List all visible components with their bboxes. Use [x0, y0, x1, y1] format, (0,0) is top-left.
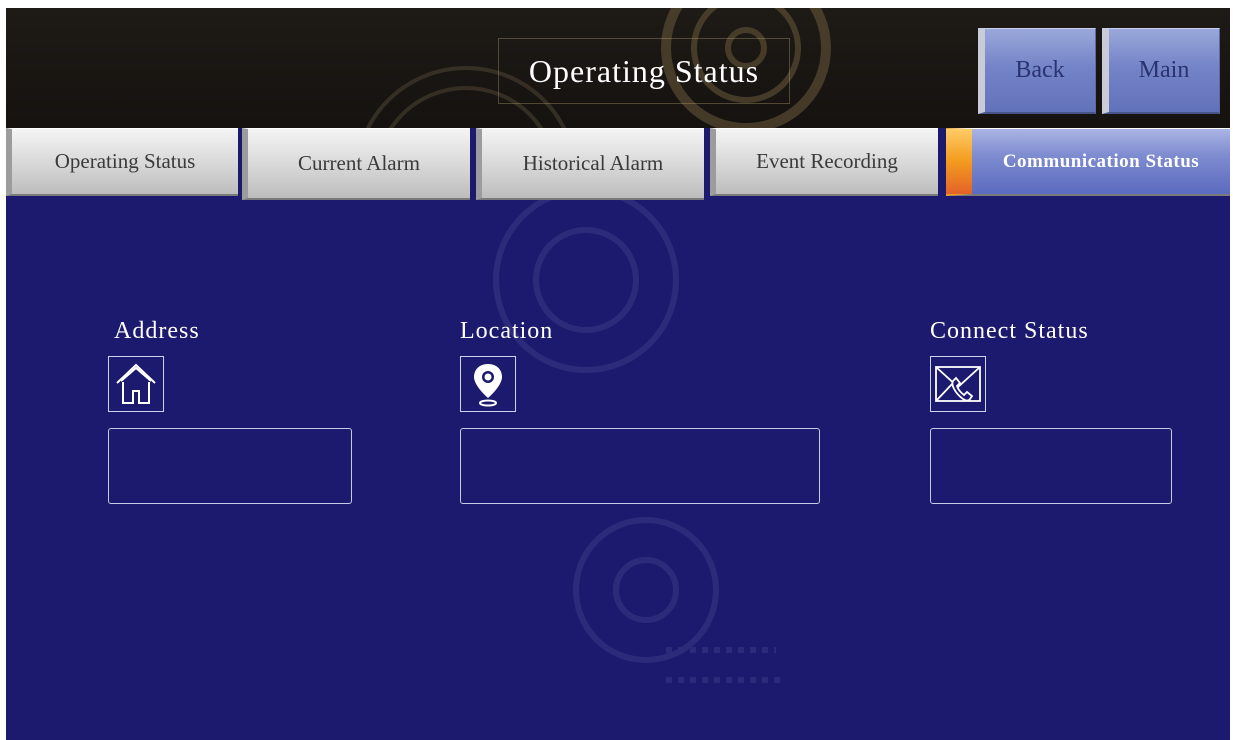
tab-current-alarm[interactable]: Current Alarm — [242, 128, 470, 200]
connect-status-label: Connect Status — [930, 318, 1089, 344]
page-title: Operating Status — [498, 38, 790, 104]
envelope-phone-icon — [930, 356, 986, 412]
tab-communication-status[interactable]: Communication Status — [946, 128, 1230, 196]
hmi-screen: Operating Status Back Main Operating Sta… — [6, 8, 1230, 740]
map-pin-icon — [460, 356, 516, 412]
address-label: Address — [114, 318, 200, 344]
tab-bar: Operating Status Current Alarm Historica… — [6, 128, 1230, 200]
address-value — [108, 428, 352, 504]
back-button[interactable]: Back — [978, 28, 1096, 114]
location-label: Location — [460, 318, 554, 344]
house-icon — [108, 356, 164, 412]
tab-event-recording[interactable]: Event Recording — [710, 128, 938, 196]
tab-historical-alarm[interactable]: Historical Alarm — [476, 128, 704, 200]
connect-status-value — [930, 428, 1172, 504]
header-bar: Operating Status Back Main — [6, 8, 1230, 128]
tab-operating-status[interactable]: Operating Status — [6, 128, 238, 196]
content-area: Address Location Connect Status — [6, 200, 1230, 740]
location-value — [460, 428, 820, 504]
main-button[interactable]: Main — [1102, 28, 1220, 114]
